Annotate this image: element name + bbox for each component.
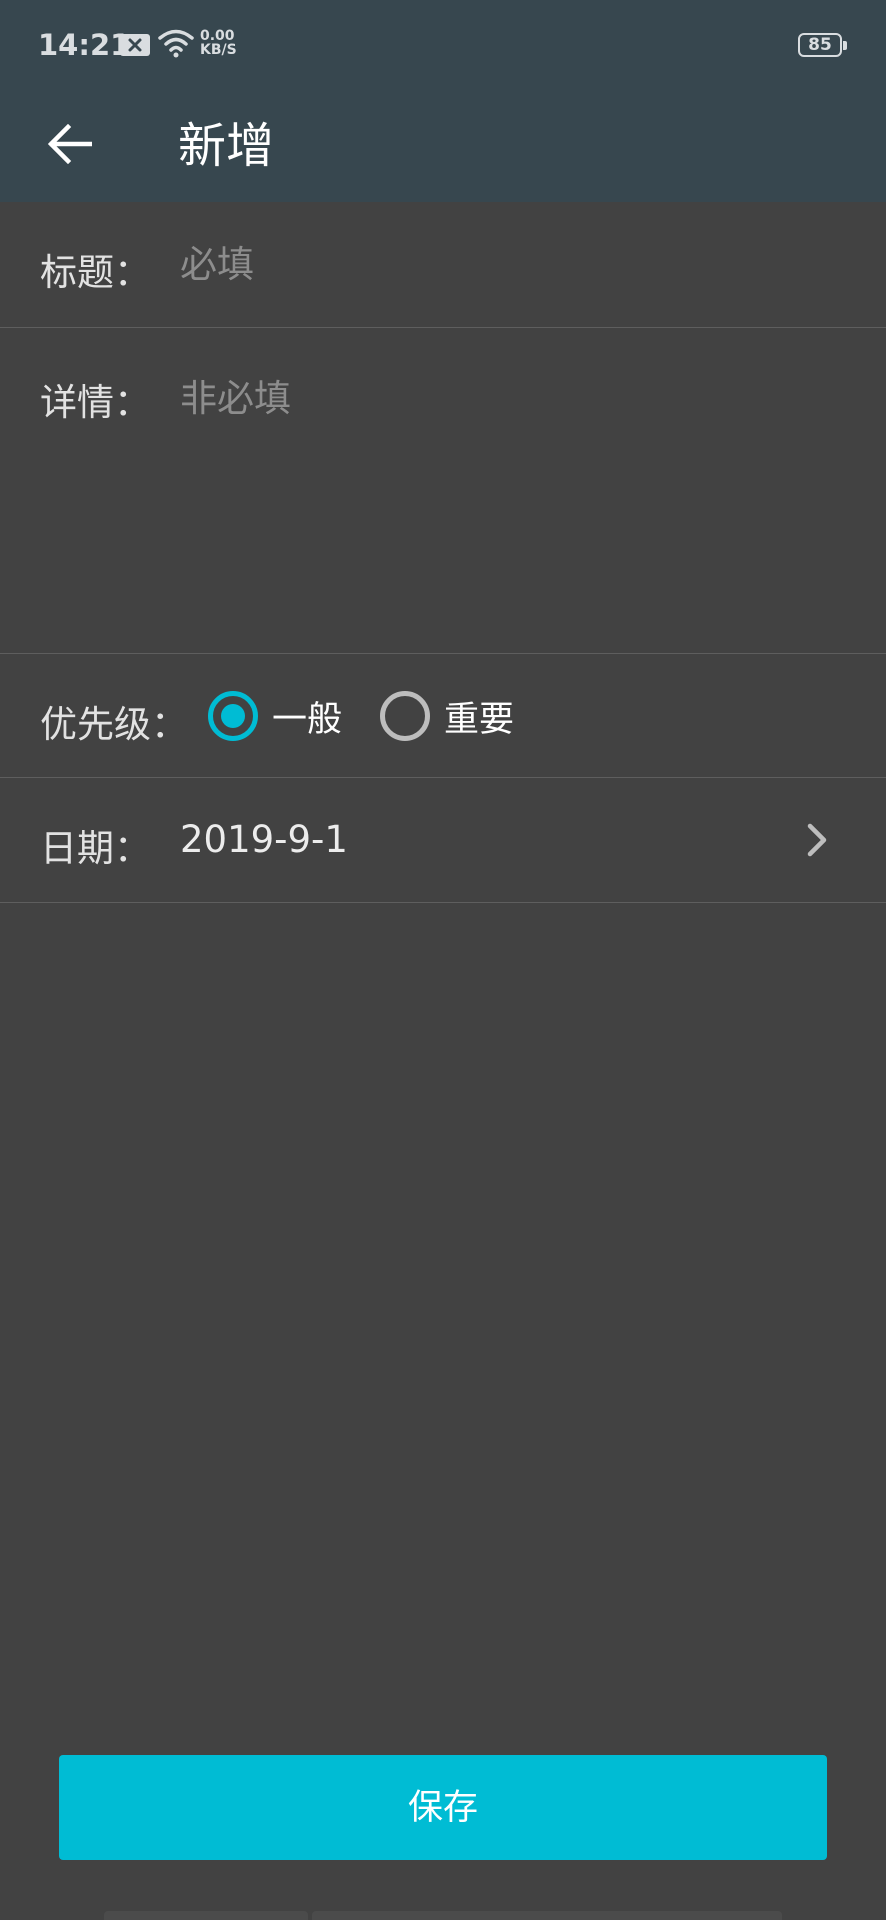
priority-option-normal[interactable]: 一般	[208, 654, 342, 778]
arrow-left-icon	[47, 123, 93, 168]
nav-hint-left	[104, 1911, 308, 1920]
radio-unchecked-icon	[380, 691, 430, 741]
chevron-right-icon	[800, 820, 836, 864]
network-speed-unit: KB/S	[200, 42, 237, 58]
network-speed: 0.00 KB/S	[200, 29, 237, 57]
nav-hint-right	[312, 1911, 782, 1920]
back-button[interactable]	[32, 108, 108, 184]
date-label: 日期：	[40, 827, 151, 870]
date-value: 2019-9-1	[180, 818, 348, 861]
detail-row: 详情：	[0, 328, 886, 654]
date-row[interactable]: 日期： 2019-9-1	[0, 778, 886, 903]
priority-label: 优先级：	[40, 703, 188, 746]
notification-x-icon	[120, 34, 150, 60]
title-label: 标题：	[40, 251, 151, 294]
priority-option-important[interactable]: 重要	[380, 654, 514, 778]
detail-textarea[interactable]	[180, 368, 840, 628]
save-button[interactable]: 保存	[59, 1755, 827, 1860]
priority-option-normal-label: 一般	[272, 699, 343, 740]
radio-checked-icon	[208, 691, 258, 741]
priority-row: 优先级： 一般 重要	[0, 654, 886, 778]
battery-icon: 85	[798, 33, 842, 57]
status-time: 14:21	[38, 28, 131, 62]
wifi-icon	[158, 28, 194, 62]
status-bar: 14:21 0.00 KB/S 85	[0, 0, 886, 90]
toolbar: 新增	[0, 90, 886, 202]
battery-tip	[843, 41, 847, 50]
title-row: 标题：	[0, 202, 886, 328]
battery-level: 85	[808, 35, 832, 55]
title-input[interactable]	[180, 238, 840, 290]
network-speed-value: 0.00	[200, 28, 235, 44]
priority-option-important-label: 重要	[444, 699, 515, 740]
detail-label: 详情：	[40, 381, 151, 424]
page-title: 新增	[178, 118, 275, 174]
